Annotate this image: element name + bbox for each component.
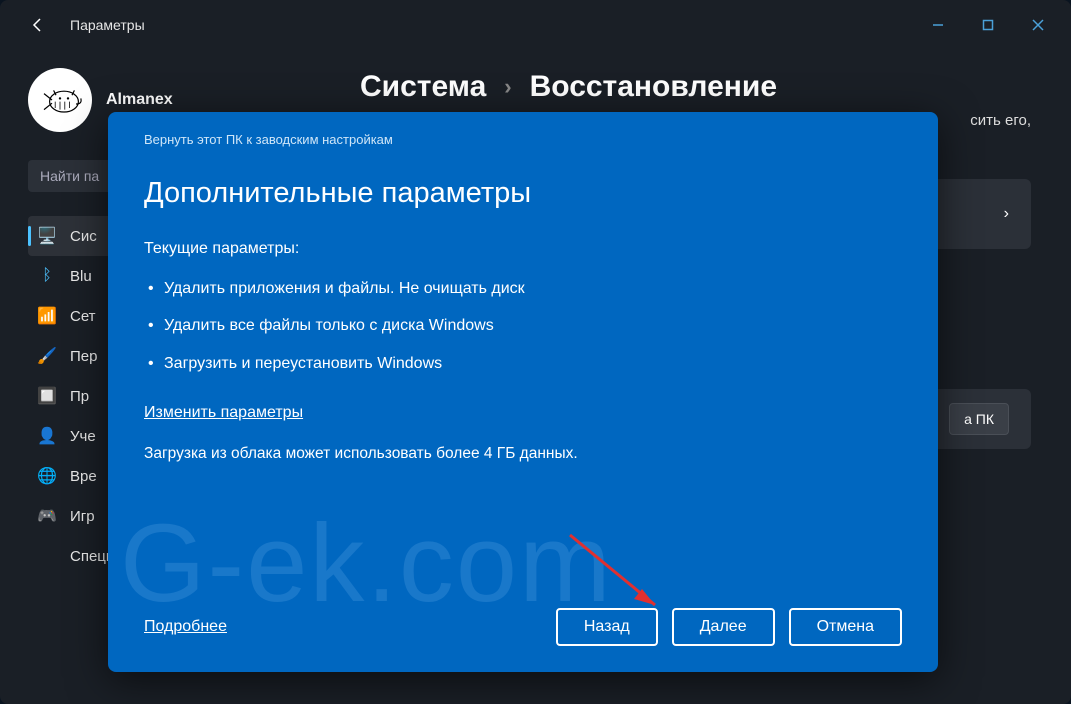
next-button[interactable]: Далее bbox=[672, 608, 775, 646]
sidebar-item-label: Вре bbox=[70, 468, 97, 485]
sidebar-item-label: Сет bbox=[70, 308, 96, 325]
back-button[interactable] bbox=[20, 7, 56, 43]
close-button[interactable] bbox=[1013, 5, 1063, 45]
current-settings-label: Текущие параметры: bbox=[144, 236, 902, 262]
breadcrumb-recovery: Восстановление bbox=[530, 70, 777, 104]
sidebar-item-label: Пер bbox=[70, 348, 97, 365]
titlebar: Параметры bbox=[0, 0, 1071, 50]
cancel-button[interactable]: Отмена bbox=[789, 608, 902, 646]
cloud-note: Загрузка из облака может использовать бо… bbox=[144, 442, 902, 467]
sidebar-item-label: Пр bbox=[70, 388, 89, 405]
breadcrumb-system[interactable]: Система bbox=[360, 70, 486, 104]
list-item: Загрузить и переустановить Windows bbox=[144, 345, 902, 383]
chevron-right-icon: › bbox=[504, 74, 511, 100]
reset-dialog: Вернуть этот ПК к заводским настройкам Д… bbox=[108, 112, 938, 672]
access-icon bbox=[38, 547, 56, 565]
dialog-subtitle: Вернуть этот ПК к заводским настройкам bbox=[144, 132, 902, 147]
time-icon: 🌐 bbox=[38, 467, 56, 485]
game-icon: 🎮 bbox=[38, 507, 56, 525]
chevron-right-icon: › bbox=[1004, 205, 1009, 223]
change-settings-link[interactable]: Изменить параметры bbox=[144, 400, 303, 426]
sidebar-item-label: Игр bbox=[70, 508, 95, 525]
learn-more-link[interactable]: Подробнее bbox=[144, 618, 227, 636]
dialog-title: Дополнительные параметры bbox=[144, 177, 902, 210]
reset-pc-button[interactable]: а ПК bbox=[949, 403, 1009, 435]
app-title: Параметры bbox=[70, 17, 145, 33]
wifi-icon: 📶 bbox=[38, 307, 56, 325]
display-icon: 🖥️ bbox=[38, 227, 56, 245]
breadcrumb: Система › Восстановление bbox=[360, 70, 1031, 104]
maximize-button[interactable] bbox=[963, 5, 1013, 45]
bluetooth-icon: ᛒ bbox=[38, 267, 56, 285]
sidebar-item-label: Blu bbox=[70, 268, 92, 285]
list-item: Удалить приложения и файлы. Не очищать д… bbox=[144, 270, 902, 308]
profile-name: Almanex bbox=[106, 91, 173, 109]
avatar bbox=[28, 68, 92, 132]
brush-icon: 🖌️ bbox=[38, 347, 56, 365]
settings-list: Удалить приложения и файлы. Не очищать д… bbox=[144, 270, 902, 383]
sidebar-item-label: Сис bbox=[70, 228, 97, 245]
minimize-button[interactable] bbox=[913, 5, 963, 45]
sidebar-item-label: Уче bbox=[70, 428, 96, 445]
list-item: Удалить все файлы только с диска Windows bbox=[144, 307, 902, 345]
account-icon: 👤 bbox=[38, 427, 56, 445]
back-button[interactable]: Назад bbox=[556, 608, 658, 646]
apps-icon: 🔲 bbox=[38, 387, 56, 405]
